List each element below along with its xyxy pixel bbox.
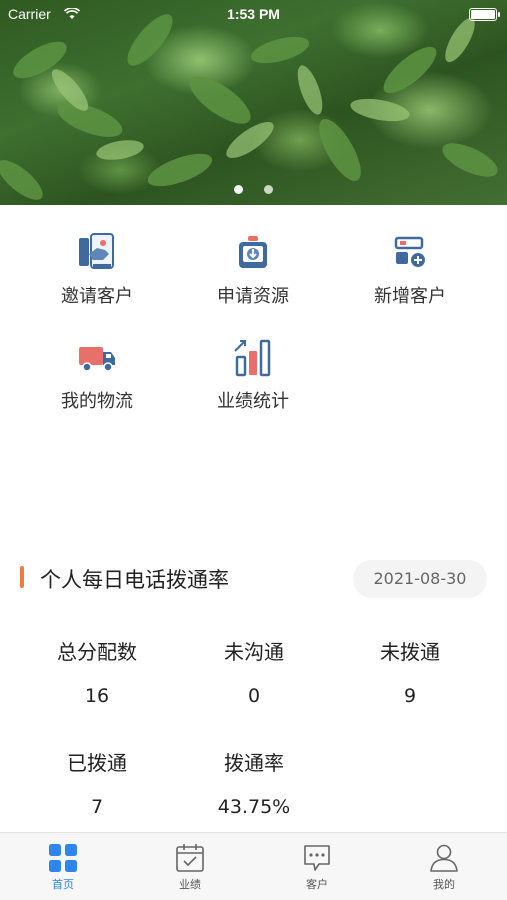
banner-image: [0, 14, 498, 200]
invite-customer-icon: [79, 233, 114, 269]
battery-icon: [469, 8, 500, 21]
carousel-dot[interactable]: [264, 185, 274, 194]
menu-label: 业绩统计: [217, 391, 289, 412]
menu-label: 我的物流: [61, 391, 133, 412]
stat-label: 已拨通: [67, 751, 127, 775]
stat-label: 未拨通: [380, 640, 440, 664]
status-bar: Carrier 1:53 PM: [0, 0, 507, 28]
menu-apply-resource[interactable]: 申请资源: [173, 230, 333, 308]
section-marker: [20, 566, 24, 588]
stats-section-header: 个人每日电话拨通率 2021-08-30: [0, 560, 507, 600]
menu-label: 新增客户: [374, 286, 446, 307]
stat-not-connected: 未拨通 9: [325, 636, 495, 707]
tab-label: 我的: [433, 878, 455, 891]
tab-profile[interactable]: 我的: [381, 833, 507, 900]
menu-logistics[interactable]: 我的物流: [17, 335, 177, 413]
tab-home[interactable]: 首页: [0, 833, 126, 900]
stat-connected: 已拨通 7: [12, 747, 182, 818]
stat-value: 0: [247, 685, 261, 707]
menu-label: 邀请客户: [61, 286, 133, 307]
calendar-check-icon: [176, 844, 204, 872]
tab-performance[interactable]: 业绩: [127, 833, 253, 900]
stat-value: 43.75%: [217, 796, 291, 818]
tab-customers[interactable]: 客户: [254, 833, 380, 900]
tab-label: 业绩: [179, 878, 201, 891]
stat-value: 9: [403, 685, 417, 707]
status-time: 1:53 PM: [227, 6, 280, 22]
stat-label: 未沟通: [224, 640, 284, 664]
stat-label: 总分配数: [57, 640, 137, 664]
stat-not-contacted: 未沟通 0: [169, 636, 339, 707]
menu-performance[interactable]: 业绩统计: [173, 335, 333, 413]
banner-carousel[interactable]: Carrier 1:53 PM: [0, 0, 507, 205]
add-customer-icon: [394, 236, 425, 267]
carousel-indicator: [0, 179, 507, 198]
logistics-truck-icon: [79, 347, 115, 372]
menu-invite-customer[interactable]: 邀请客户: [17, 230, 177, 308]
date-selector[interactable]: 2021-08-30: [353, 560, 487, 598]
stat-value: 16: [84, 685, 110, 707]
stat-connect-rate: 拨通率 43.75%: [169, 747, 339, 818]
performance-chart-icon: [234, 339, 271, 377]
menu-add-customer[interactable]: 新增客户: [330, 230, 490, 308]
home-grid-icon: [49, 844, 77, 872]
stat-total-assigned: 总分配数 16: [12, 636, 182, 707]
bottom-tab-bar: 首页 业绩 客户 我的: [0, 832, 507, 900]
tab-label: 首页: [52, 878, 74, 891]
menu-label: 申请资源: [217, 286, 289, 307]
user-icon: [430, 844, 458, 872]
stat-label: 拨通率: [224, 751, 284, 775]
carousel-dot-active[interactable]: [233, 185, 243, 194]
stat-value: 7: [90, 796, 104, 818]
section-title: 个人每日电话拨通率: [40, 568, 229, 592]
chat-bubble-icon: [304, 845, 330, 871]
apply-resource-icon: [239, 236, 267, 268]
tab-label: 客户: [306, 878, 328, 891]
